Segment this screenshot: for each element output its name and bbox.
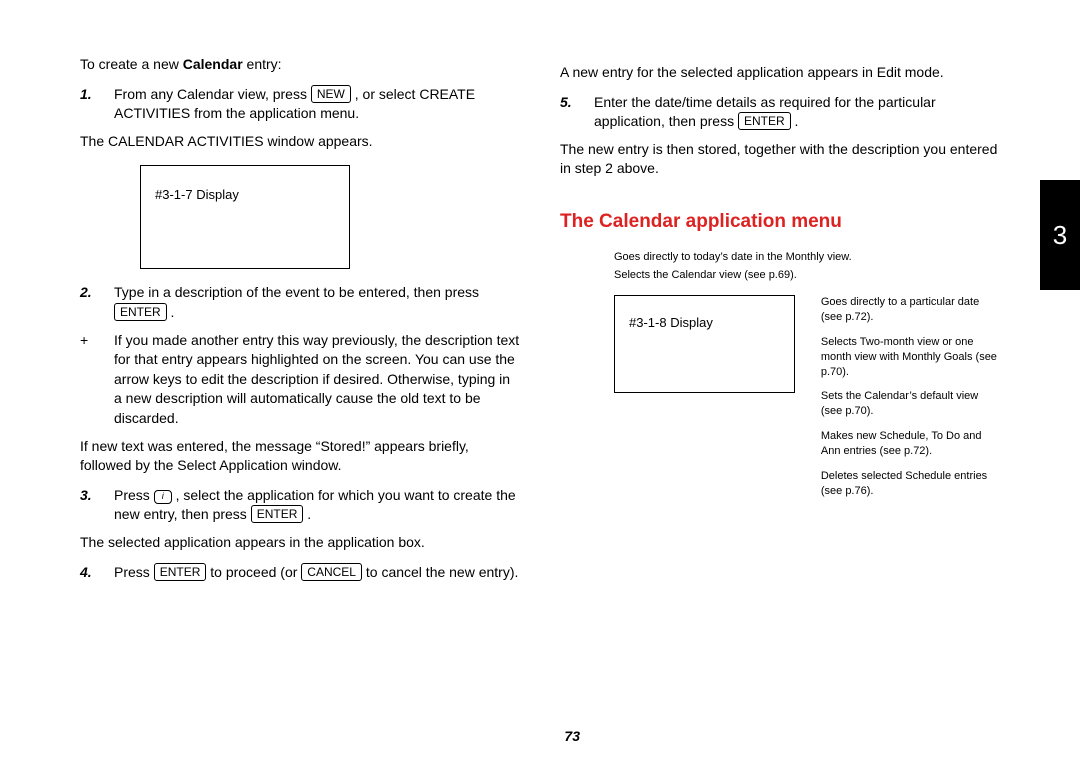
step-4-text-c: to cancel the new entry). — [362, 564, 518, 580]
step-1-body: From any Calendar view, press NEW , or s… — [114, 85, 520, 124]
display-2-label: #3-1-8 Display — [629, 315, 713, 330]
step-3: 3. Press i , select the application for … — [80, 486, 520, 525]
annot-r1: Goes directly to a particular date (see … — [821, 295, 1000, 325]
step-3-text-a: Press — [114, 487, 154, 503]
key-enter-4: ENTER — [738, 112, 791, 130]
annot-r5: Deletes selected Schedule entries (see p… — [821, 469, 1000, 499]
annot-r3: Sets the Calendar’s default view (see p.… — [821, 389, 1000, 419]
chapter-tab: 3 — [1040, 180, 1080, 290]
intro-line: To create a new Calendar entry: — [80, 55, 520, 75]
intro-post: entry: — [243, 56, 282, 72]
annot-r4: Makes new Schedule, To Do and Ann entrie… — [821, 429, 1000, 459]
page-number: 73 — [564, 728, 580, 744]
step-1-number: 1. — [80, 85, 114, 124]
key-enter-2: ENTER — [251, 505, 304, 523]
step-2-number: 2. — [80, 283, 114, 322]
display-1-label: #3-1-7 Display — [155, 187, 239, 202]
step-3-number: 3. — [80, 486, 114, 525]
step-2-text-b: . — [167, 304, 175, 320]
intro-pre: To create a new — [80, 56, 183, 72]
step-5-body: Enter the date/time details as required … — [594, 93, 1000, 132]
after-step-2: If new text was entered, the message “St… — [80, 437, 520, 476]
plus-mark: + — [80, 331, 114, 429]
step-4-number: 4. — [80, 563, 114, 583]
annot-r2: Selects Two-month view or one month view… — [821, 335, 1000, 380]
after-step-3: The selected application appears in the … — [80, 533, 520, 553]
step-4-body: Press ENTER to proceed (or CANCEL to can… — [114, 563, 520, 583]
annotation-right-list: Goes directly to a particular date (see … — [821, 295, 1000, 508]
step-4-text-b: to proceed (or — [206, 564, 301, 580]
display-box-2: #3-1-8 Display — [614, 295, 795, 393]
key-i: i — [154, 490, 172, 504]
step-2-text-a: Type in a description of the event to be… — [114, 284, 479, 300]
display-box-1: #3-1-7 Display — [140, 165, 350, 269]
step-2-body: Type in a description of the event to be… — [114, 283, 520, 322]
step-5: 5. Enter the date/time details as requir… — [560, 93, 1000, 132]
step-4-text-a: Press — [114, 564, 154, 580]
step-3-text-c: . — [303, 506, 311, 522]
right-column: A new entry for the selected application… — [560, 55, 1000, 590]
section-heading: The Calendar application menu — [560, 209, 1000, 236]
key-cancel: CANCEL — [301, 563, 362, 581]
intro-bold: Calendar — [183, 56, 243, 72]
step-plus: + If you made another entry this way pre… — [80, 331, 520, 429]
annot-top-2: Selects the Calendar view (see p.69). — [614, 268, 1000, 283]
annot-top-1: Goes directly to today’s date in the Mon… — [614, 250, 1000, 265]
step-4: 4. Press ENTER to proceed (or CANCEL to … — [80, 563, 520, 583]
key-enter-1: ENTER — [114, 303, 167, 321]
step-3-body: Press i , select the application for whi… — [114, 486, 520, 525]
step-3-text-b: , select the application for which you w… — [114, 487, 516, 523]
step-2: 2. Type in a description of the event to… — [80, 283, 520, 322]
step-1: 1. From any Calendar view, press NEW , o… — [80, 85, 520, 124]
annotation-top: Goes directly to today’s date in the Mon… — [614, 250, 1000, 284]
left-column: To create a new Calendar entry: 1. From … — [80, 55, 520, 590]
after-step-5: The new entry is then stored, together w… — [560, 140, 1000, 179]
right-top-para: A new entry for the selected application… — [560, 63, 1000, 83]
key-new: NEW — [311, 85, 351, 103]
key-enter-3: ENTER — [154, 563, 207, 581]
display-annotation-row: #3-1-8 Display Goes directly to a partic… — [614, 295, 1000, 508]
step-1-text-a: From any Calendar view, press — [114, 86, 311, 102]
step-5-number: 5. — [560, 93, 594, 132]
after-step-1: The CALENDAR ACTIVITIES window appears. — [80, 132, 520, 152]
plus-body: If you made another entry this way previ… — [114, 331, 520, 429]
step-5-text-b: . — [791, 113, 799, 129]
